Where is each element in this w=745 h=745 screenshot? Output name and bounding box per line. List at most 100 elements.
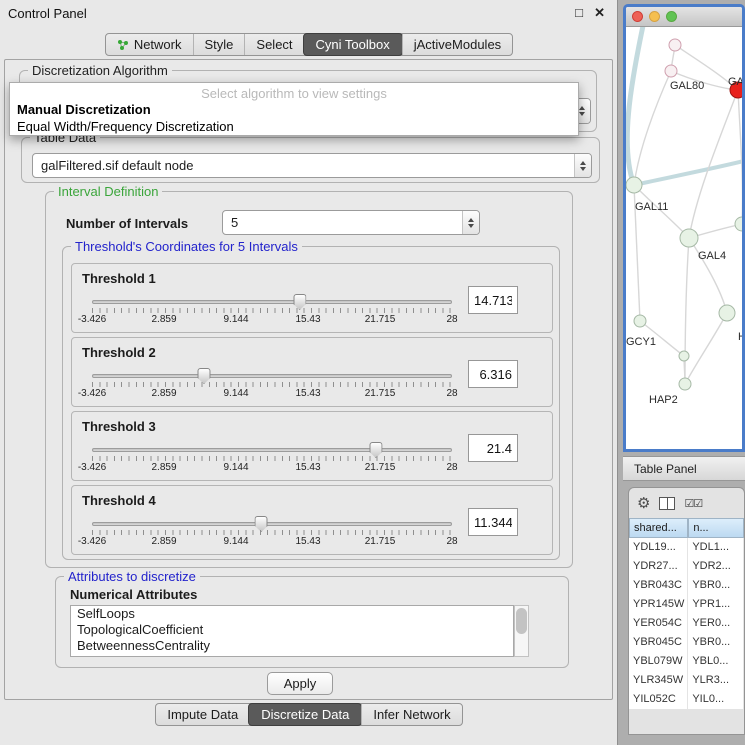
float-icon[interactable]: □ — [575, 5, 583, 20]
network-edge — [685, 313, 727, 384]
threshold-label: Threshold 1 — [82, 271, 156, 286]
table-cell[interactable]: YDR2... — [688, 557, 744, 576]
tab-network[interactable]: Network — [106, 34, 193, 55]
table-cell[interactable]: YIL052C — [629, 690, 688, 709]
tick-label: -3.426 — [78, 462, 106, 473]
network-node[interactable] — [665, 65, 677, 77]
network-edge — [738, 90, 742, 224]
tick-label: 28 — [446, 536, 457, 547]
tick-label: 2.859 — [151, 536, 176, 547]
network-node[interactable] — [679, 378, 691, 390]
gear-icon[interactable]: ⚙ — [637, 494, 650, 512]
dropdown-option-manual-discretization[interactable]: Manual Discretization — [10, 101, 578, 118]
table-cell[interactable]: YBR043C — [629, 576, 688, 595]
slider-tick-labels: -3.4262.8599.14415.4321.71528 — [92, 388, 452, 400]
network-node[interactable] — [735, 217, 742, 231]
threshold-slider[interactable] — [92, 300, 452, 304]
list-scrollbar[interactable] — [514, 605, 529, 657]
network-node[interactable] — [679, 351, 689, 361]
tab-impute-data[interactable]: Impute Data — [156, 704, 249, 725]
node-label: GA — [728, 76, 742, 88]
scrollbar-thumb[interactable] — [516, 608, 527, 634]
threshold-value-input[interactable] — [468, 286, 518, 314]
control-panel-window: Control Panel □ ✕ Network Style Select C… — [0, 0, 618, 745]
table-cell[interactable]: YER0... — [688, 614, 744, 633]
table-cell[interactable]: YBR0... — [688, 576, 744, 595]
number-of-intervals-select[interactable]: 5 — [222, 210, 480, 235]
table-cell[interactable]: YBR045C — [629, 633, 688, 652]
table-cell[interactable]: YDR27... — [629, 557, 688, 576]
apply-button[interactable]: Apply — [267, 672, 333, 695]
dropdown-option-equal-width-frequency[interactable]: Equal Width/Frequency Discretization — [10, 118, 578, 135]
tab-cyni-toolbox[interactable]: Cyni Toolbox — [303, 33, 403, 56]
network-canvas[interactable]: GAL80GAGAL11GAL4GCY1HHAP2 — [626, 27, 742, 448]
table-data-select[interactable]: galFiltered.sif default node — [32, 153, 592, 178]
threshold-value-input[interactable] — [468, 360, 518, 388]
table-cell[interactable]: YBR0... — [688, 633, 744, 652]
table-cell[interactable]: YLR345W — [629, 671, 688, 690]
network-edge — [634, 71, 671, 185]
table-data-group: Table Data galFiltered.sif default node — [21, 137, 600, 183]
close-icon[interactable]: ✕ — [594, 5, 605, 21]
tab-infer-network[interactable]: Infer Network — [361, 704, 461, 725]
checkbox-icon[interactable]: ☑☑ — [684, 497, 702, 510]
list-item[interactable]: SelfLoops — [71, 606, 513, 622]
table-row[interactable]: YER054CYER0... — [629, 614, 744, 633]
network-edge — [627, 27, 644, 185]
table-cell[interactable]: YLR3... — [688, 671, 744, 690]
numerical-attributes-heading: Numerical Attributes — [70, 587, 197, 602]
network-node[interactable] — [719, 305, 735, 321]
slider-ticks — [92, 308, 452, 313]
threshold-slider[interactable] — [92, 374, 452, 378]
threshold-value-input[interactable] — [468, 434, 518, 462]
table-row[interactable]: YPR145WYPR1... — [629, 595, 744, 614]
table-cell[interactable]: YBL079W — [629, 652, 688, 671]
table-cell[interactable]: YPR1... — [688, 595, 744, 614]
tab-discretize-data[interactable]: Discretize Data — [248, 703, 362, 726]
column-header-shared[interactable]: shared... — [629, 518, 688, 538]
table-cell[interactable]: YPR145W — [629, 595, 688, 614]
slider-ticks — [92, 382, 452, 387]
table-row[interactable]: YIL052CYIL0... — [629, 690, 744, 709]
table-cell[interactable]: YIL0... — [688, 690, 744, 709]
table-row[interactable]: YBL079WYBL0... — [629, 652, 744, 671]
tab-select[interactable]: Select — [244, 34, 303, 55]
table-row[interactable]: YBR043CYBR0... — [629, 576, 744, 595]
mac-close-button[interactable] — [632, 11, 643, 22]
top-tabstrip: Network Style Select Cyni Toolbox jActiv… — [105, 33, 513, 56]
list-item[interactable]: TopologicalCoefficient — [71, 622, 513, 638]
list-item[interactable]: BetweennessCentrality — [71, 638, 513, 654]
table-row[interactable]: YBR045CYBR0... — [629, 633, 744, 652]
number-of-intervals-label: Number of Intervals — [66, 216, 188, 231]
network-node[interactable] — [626, 177, 642, 193]
table-cell[interactable]: YDL1... — [688, 538, 744, 557]
node-label: GAL80 — [670, 80, 704, 92]
mac-minimize-button[interactable] — [649, 11, 660, 22]
tab-jactivemodules[interactable]: jActiveModules — [402, 34, 512, 55]
table-cell[interactable]: YBL0... — [688, 652, 744, 671]
mac-zoom-button[interactable] — [666, 11, 677, 22]
tick-label: 9.144 — [223, 462, 248, 473]
network-node[interactable] — [680, 229, 698, 247]
threshold-slider[interactable] — [92, 522, 452, 526]
threshold-value-input[interactable] — [468, 508, 518, 536]
table-cell[interactable]: YDL19... — [629, 538, 688, 557]
tick-label: -3.426 — [78, 536, 106, 547]
threshold-panel-2: Threshold 2 -3.4262.8599.14415.4321.7152… — [71, 337, 553, 407]
cyni-toolbox-panel: Discretization Algorithm Select algorith… — [4, 59, 613, 700]
tab-style[interactable]: Style — [193, 34, 245, 55]
network-node[interactable] — [634, 315, 646, 327]
table-row[interactable]: YDR27...YDR2... — [629, 557, 744, 576]
table-cell[interactable]: YER054C — [629, 614, 688, 633]
tick-label: 15.43 — [295, 388, 320, 399]
column-header-n[interactable]: n... — [688, 518, 744, 538]
dropdown-placeholder: Select algorithm to view settings — [10, 83, 578, 101]
bottom-tabbar: Impute Data Discretize Data Infer Networ… — [0, 703, 618, 726]
tab-label: Cyni Toolbox — [316, 37, 390, 52]
numerical-attributes-list[interactable]: SelfLoopsTopologicalCoefficientBetweenne… — [70, 605, 514, 657]
table-row[interactable]: YDL19...YDL1... — [629, 538, 744, 557]
threshold-slider[interactable] — [92, 448, 452, 452]
network-node[interactable] — [669, 39, 681, 51]
columns-icon[interactable] — [659, 497, 675, 510]
table-row[interactable]: YLR345WYLR3... — [629, 671, 744, 690]
